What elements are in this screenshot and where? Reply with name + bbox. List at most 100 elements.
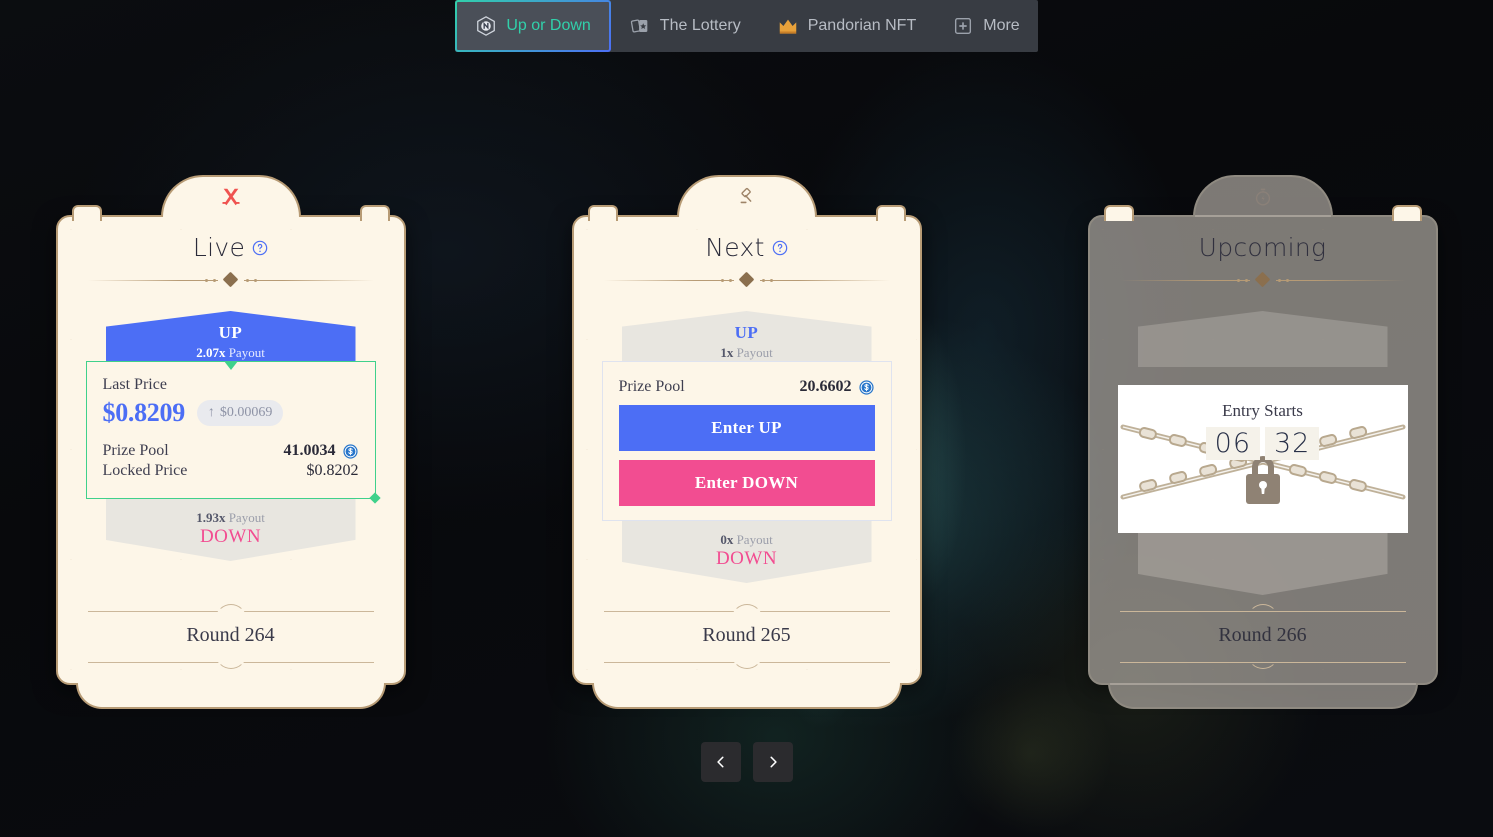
card-footer-next: Round 265 bbox=[574, 604, 920, 683]
crossed-swords-icon bbox=[221, 188, 240, 206]
card-divider bbox=[78, 269, 384, 291]
chevron-right-icon bbox=[769, 756, 777, 768]
up-payout-word: Payout bbox=[228, 345, 265, 360]
coin-icon bbox=[342, 443, 358, 459]
footer-wave-bottom bbox=[78, 655, 384, 669]
divider-dot bbox=[204, 279, 208, 282]
down-chevron-next: 0x Payout DOWN bbox=[621, 521, 872, 583]
chevron-left-icon bbox=[716, 756, 724, 768]
card-title-upcoming: Upcoming bbox=[1110, 233, 1416, 262]
round-card-live: Live UP 2.07x Payout Last Price $0.8209 … bbox=[55, 175, 406, 709]
divider-line-left bbox=[87, 280, 218, 281]
up-multiplier: 2.07x bbox=[196, 345, 226, 360]
tab-label: More bbox=[983, 17, 1020, 34]
card-tail-live bbox=[75, 683, 386, 709]
question-circle-icon[interactable] bbox=[772, 240, 788, 256]
card-tail-upcoming bbox=[1107, 683, 1418, 709]
prediction-round-cards: Live UP 2.07x Payout Last Price $0.8209 … bbox=[0, 175, 1493, 709]
card-footer-upcoming: Round 266 bbox=[1090, 604, 1436, 683]
delta-value: $0.00069 bbox=[219, 405, 273, 420]
footer-wave-bottom bbox=[594, 655, 900, 669]
countdown-timer: 06 32 bbox=[1205, 427, 1320, 460]
down-multiplier: 0x bbox=[720, 532, 734, 547]
locked-price-value: $0.8202 bbox=[306, 462, 359, 479]
coin-icon bbox=[858, 379, 874, 395]
up-label: UP bbox=[218, 323, 243, 342]
gavel-icon bbox=[740, 187, 751, 204]
round-card-upcoming: Upcoming Entry Starts 06 32 Round 266 bbox=[1087, 175, 1438, 709]
card-body-upcoming: Entry Starts 06 32 bbox=[1110, 293, 1416, 604]
enter-down-button[interactable]: Enter DOWN bbox=[618, 460, 875, 506]
prize-pool-value: 20.6602 bbox=[799, 378, 852, 395]
stopwatch-bolt-icon bbox=[1255, 188, 1270, 206]
down-payout-word: Payout bbox=[736, 532, 773, 547]
card-arch-next bbox=[676, 175, 817, 217]
down-payout: 0x Payout bbox=[622, 532, 872, 548]
prize-pool-value-wrap: 20.6602 bbox=[800, 378, 875, 396]
next-entry-panel: Prize Pool 20.6602 Enter UP Enter DOWN bbox=[601, 361, 892, 521]
countdown-seconds: 32 bbox=[1265, 427, 1320, 460]
up-payout-word: Payout bbox=[736, 345, 773, 360]
tab-label: The Lottery bbox=[659, 17, 741, 34]
tab-the-lottery[interactable]: The Lottery bbox=[611, 0, 759, 52]
card-title-text: Upcoming bbox=[1198, 233, 1327, 262]
tab-more[interactable]: More bbox=[934, 0, 1037, 52]
hexagon-coin-icon bbox=[477, 16, 496, 36]
divider-diamond bbox=[738, 271, 755, 288]
carousel-next-button[interactable] bbox=[752, 742, 793, 782]
carousel-prev-button[interactable] bbox=[700, 742, 741, 782]
down-multiplier: 1.93x bbox=[196, 510, 226, 525]
prize-pool-label: Prize Pool bbox=[102, 442, 169, 459]
tab-label: Up or Down bbox=[506, 17, 591, 34]
prize-pool-value: 41.0034 bbox=[283, 442, 336, 459]
locked-price-label: Locked Price bbox=[102, 462, 188, 479]
divider-dot bbox=[245, 279, 249, 282]
footer-wave-top bbox=[78, 604, 384, 618]
divider-line-right bbox=[243, 280, 374, 281]
down-chevron-live: 1.93x Payout DOWN bbox=[105, 499, 356, 561]
card-title-next: Next bbox=[594, 233, 900, 262]
question-circle-icon[interactable] bbox=[252, 240, 268, 256]
live-marker-triangle bbox=[223, 361, 238, 370]
locked-price-row: Locked Price $0.8202 bbox=[103, 462, 359, 480]
down-payout: 1.93x Payout bbox=[106, 510, 356, 526]
footer-wave-top bbox=[1110, 604, 1416, 618]
card-body-next: UP 1x Payout Prize Pool 20.6602 Enter UP… bbox=[594, 293, 900, 604]
down-payout-word: Payout bbox=[228, 510, 265, 525]
crown-icon bbox=[779, 19, 796, 34]
plus-square-icon bbox=[955, 17, 972, 35]
last-price-label: Last Price bbox=[102, 376, 167, 393]
prize-pool-row-live: Prize Pool 41.0034 bbox=[103, 442, 359, 460]
round-label: Round 265 bbox=[702, 624, 791, 646]
card-frame-live: Live UP 2.07x Payout Last Price $0.8209 … bbox=[55, 205, 406, 685]
entry-locked-panel: Entry Starts 06 32 bbox=[1117, 385, 1408, 533]
card-frame-next: Next UP 1x Payout Prize Pool 20.6602 Ent… bbox=[571, 205, 922, 685]
last-price-value: $0.8209 bbox=[102, 398, 186, 427]
up-payout: 2.07x Payout bbox=[106, 345, 356, 361]
card-divider bbox=[594, 269, 900, 291]
divider-diamond bbox=[222, 271, 239, 288]
tab-up-or-down[interactable]: Up or Down bbox=[455, 0, 610, 52]
card-footer-live: Round 264 bbox=[58, 604, 404, 683]
price-delta-badge: ↑ $0.00069 bbox=[196, 400, 284, 426]
footer-wave-top bbox=[594, 604, 900, 618]
card-title-text: Live bbox=[192, 233, 246, 262]
card-tail-next bbox=[591, 683, 902, 709]
up-multiplier: 1x bbox=[720, 345, 734, 360]
live-corner-diamond bbox=[368, 492, 381, 504]
enter-up-button[interactable]: Enter UP bbox=[618, 405, 875, 451]
divider-dot bbox=[253, 279, 257, 282]
live-info-panel: Last Price $0.8209 ↑ $0.00069 Prize Pool… bbox=[85, 361, 381, 504]
tab-pandorian-nft[interactable]: Pandorian NFT bbox=[759, 0, 935, 52]
card-arch-upcoming bbox=[1192, 175, 1333, 217]
down-label: DOWN bbox=[199, 526, 262, 547]
down-chevron-upcoming bbox=[1137, 533, 1388, 595]
up-payout: 1x Payout bbox=[622, 345, 872, 361]
card-frame-upcoming: Upcoming Entry Starts 06 32 Round 266 bbox=[1087, 205, 1438, 685]
round-card-next: Next UP 1x Payout Prize Pool 20.6602 Ent… bbox=[571, 175, 922, 709]
up-label: UP bbox=[734, 323, 759, 342]
card-body-live: UP 2.07x Payout Last Price $0.8209 ↑ $0.… bbox=[78, 293, 384, 604]
card-title-text: Next bbox=[705, 233, 765, 262]
cards-icon bbox=[630, 19, 648, 33]
prize-pool-label: Prize Pool bbox=[618, 378, 685, 395]
